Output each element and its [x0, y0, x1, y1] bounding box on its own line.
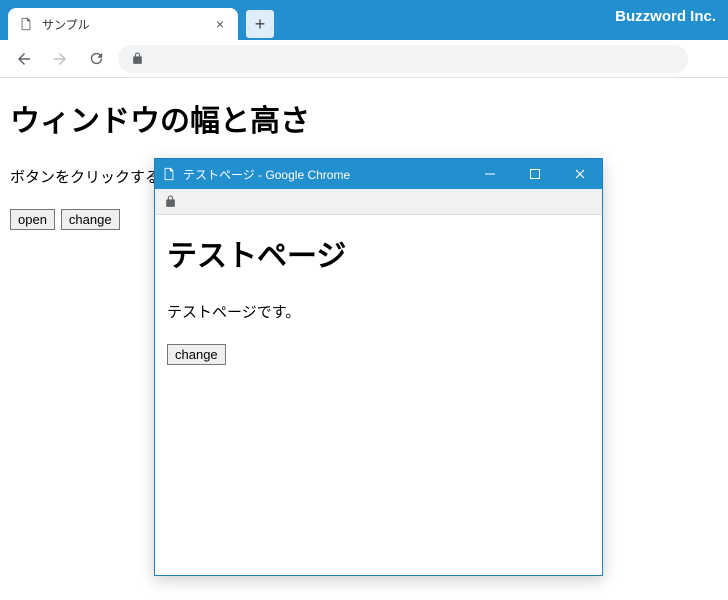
- popup-window-title: テストページ - Google Chrome: [183, 166, 467, 183]
- minimize-button[interactable]: [467, 159, 512, 189]
- popup-titlebar[interactable]: テストページ - Google Chrome: [155, 159, 602, 189]
- page-icon: [18, 16, 34, 32]
- reload-button[interactable]: [82, 45, 110, 73]
- tab-title: サンプル: [42, 16, 204, 33]
- branding-label: Buzzword Inc.: [615, 8, 716, 25]
- address-bar[interactable]: [118, 45, 688, 73]
- popup-change-button[interactable]: change: [167, 344, 226, 365]
- open-button[interactable]: open: [10, 209, 55, 230]
- popup-heading: テストページ: [167, 231, 590, 275]
- page-icon: [161, 166, 177, 182]
- page-heading: ウィンドウの幅と高さ: [10, 96, 718, 140]
- maximize-button[interactable]: [512, 159, 557, 189]
- close-icon[interactable]: ×: [212, 16, 228, 32]
- popup-address-bar[interactable]: [155, 189, 602, 215]
- browser-tab[interactable]: サンプル ×: [8, 8, 238, 40]
- close-button[interactable]: [557, 159, 602, 189]
- back-button[interactable]: [10, 45, 38, 73]
- popup-paragraph: テストページです。: [167, 301, 590, 322]
- lock-icon: [130, 52, 144, 66]
- browser-toolbar: [0, 40, 728, 78]
- change-button[interactable]: change: [61, 209, 120, 230]
- lock-icon: [163, 195, 177, 209]
- popup-content: テストページ テストページです。 change: [155, 215, 602, 575]
- new-tab-button[interactable]: +: [246, 10, 274, 38]
- popup-window: テストページ - Google Chrome テストページ テストページです。 …: [154, 158, 603, 576]
- forward-button[interactable]: [46, 45, 74, 73]
